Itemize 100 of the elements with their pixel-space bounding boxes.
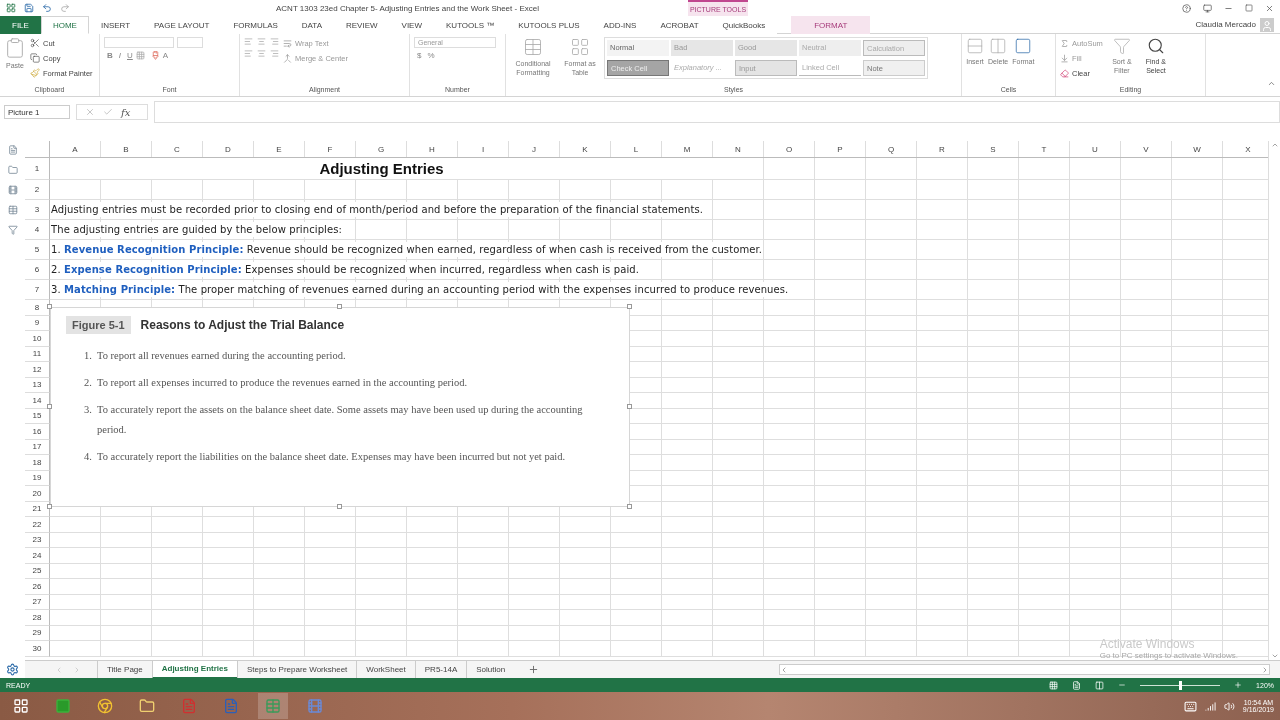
currency-button[interactable]: $ [414,51,425,60]
column-header[interactable]: P [815,141,866,157]
vertical-scrollbar[interactable] [1268,141,1280,660]
resize-handle[interactable] [627,404,632,409]
signal-icon[interactable] [1204,700,1216,712]
resize-handle[interactable] [47,504,52,509]
row-number[interactable]: 25 [25,563,50,579]
film-icon[interactable] [7,185,18,195]
table-icon[interactable] [7,205,18,215]
bold-button[interactable]: B [104,51,116,60]
column-header[interactable]: F [305,141,356,157]
column-header[interactable]: G [356,141,407,157]
folder-icon[interactable] [7,165,18,175]
column-header[interactable]: I [458,141,509,157]
page-layout-icon[interactable] [1072,680,1082,690]
undo-icon[interactable] [42,3,52,13]
ribbon-tab[interactable]: FORMAT [791,16,871,34]
scroll-up-icon[interactable] [1270,141,1279,149]
previous-sheet-icon[interactable] [55,665,63,674]
column-header[interactable]: L [611,141,662,157]
page-break-icon[interactable] [1095,680,1105,690]
row-number[interactable]: 27 [25,594,50,610]
formula-field[interactable] [154,101,1280,123]
help-icon[interactable] [1182,3,1191,13]
ribbon-tab[interactable]: FILE [0,16,41,34]
row-number[interactable]: 29 [25,625,50,641]
fill-color-icon[interactable] [150,51,160,60]
column-header[interactable]: U [1070,141,1121,157]
delete-icon [989,37,1008,55]
settings-icon[interactable] [6,662,19,676]
enter-icon [103,107,113,117]
keyboard-icon[interactable] [1183,699,1197,713]
column-header[interactable]: B [101,141,152,157]
column-header[interactable]: M [662,141,713,157]
next-sheet-icon[interactable] [73,665,81,674]
row-number[interactable]: 28 [25,610,50,626]
display-options-icon[interactable] [1203,3,1212,13]
ribbon-tab[interactable]: HOME [40,16,89,34]
normal-view-icon[interactable] [1049,680,1059,690]
underline-button[interactable]: U [124,51,136,60]
percent-button[interactable]: % [424,51,438,60]
zoom-thumb[interactable] [1179,680,1183,690]
filter-icon[interactable] [7,225,18,235]
resize-handle[interactable] [627,304,632,309]
column-header[interactable]: C [152,141,203,157]
column-header[interactable]: E [254,141,305,157]
borders-icon[interactable] [135,51,145,60]
column-header[interactable]: D [203,141,254,157]
resize-handle[interactable] [47,304,52,309]
align-center-icon[interactable] [257,49,266,58]
column-header[interactable]: K [560,141,611,157]
column-header[interactable]: T [1019,141,1070,157]
collapse-ribbon-icon[interactable] [1267,79,1276,88]
column-header[interactable]: O [764,141,815,157]
column-header[interactable]: H [407,141,458,157]
redo-icon[interactable] [60,3,70,13]
add-sheet-icon[interactable] [528,664,540,675]
column-header[interactable]: X [1223,141,1268,157]
resize-handle[interactable] [627,504,632,509]
font-name-field[interactable] [104,37,174,48]
align-right-icon[interactable] [270,49,279,58]
user-name[interactable]: Claudia Mercado [1195,20,1256,29]
document-icon[interactable] [7,145,18,155]
column-header[interactable]: A [50,141,101,157]
column-header[interactable]: N [713,141,764,157]
column-header[interactable]: V [1121,141,1172,157]
resize-handle[interactable] [337,504,342,509]
column-header[interactable]: W [1172,141,1223,157]
scroll-right-icon[interactable] [1261,665,1269,674]
column-header[interactable]: Q [866,141,917,157]
restore-icon[interactable] [1245,4,1253,12]
column-header[interactable]: S [968,141,1019,157]
row-number[interactable]: 22 [25,517,50,533]
zoom-in-icon[interactable] [1234,681,1243,689]
font-size-field[interactable] [177,37,203,48]
sheet-tab[interactable]: Adjusting Entries [151,660,237,679]
row-number[interactable]: 26 [25,579,50,595]
name-box[interactable]: Picture 1 [4,105,70,119]
row-number[interactable]: 30 [25,641,50,657]
zoom-out-icon[interactable] [1118,681,1127,689]
column-header[interactable]: J [509,141,560,157]
sigma-icon [1060,38,1069,48]
horizontal-scrollbar[interactable] [779,664,1270,675]
column-header[interactable]: R [917,141,968,157]
resize-handle[interactable] [47,404,52,409]
cell-text: The adjusting entries are guided by the below principles: [50,222,343,237]
insert-function-button[interactable]: fx [121,106,131,118]
figure-image[interactable] [50,307,630,507]
close-icon[interactable] [1265,3,1274,13]
italic-button[interactable]: I [115,51,124,60]
volume-icon[interactable] [1223,700,1235,712]
font-color-button[interactable]: A [159,51,172,60]
align-left-icon[interactable] [244,49,253,58]
resize-handle[interactable] [337,304,342,309]
search-icon [1146,37,1165,55]
row-number[interactable]: 23 [25,532,50,548]
row-number[interactable]: 24 [25,548,50,564]
save-icon[interactable] [24,3,34,13]
row-number[interactable]: 2 [25,180,50,200]
scroll-down-icon[interactable] [1270,652,1279,660]
